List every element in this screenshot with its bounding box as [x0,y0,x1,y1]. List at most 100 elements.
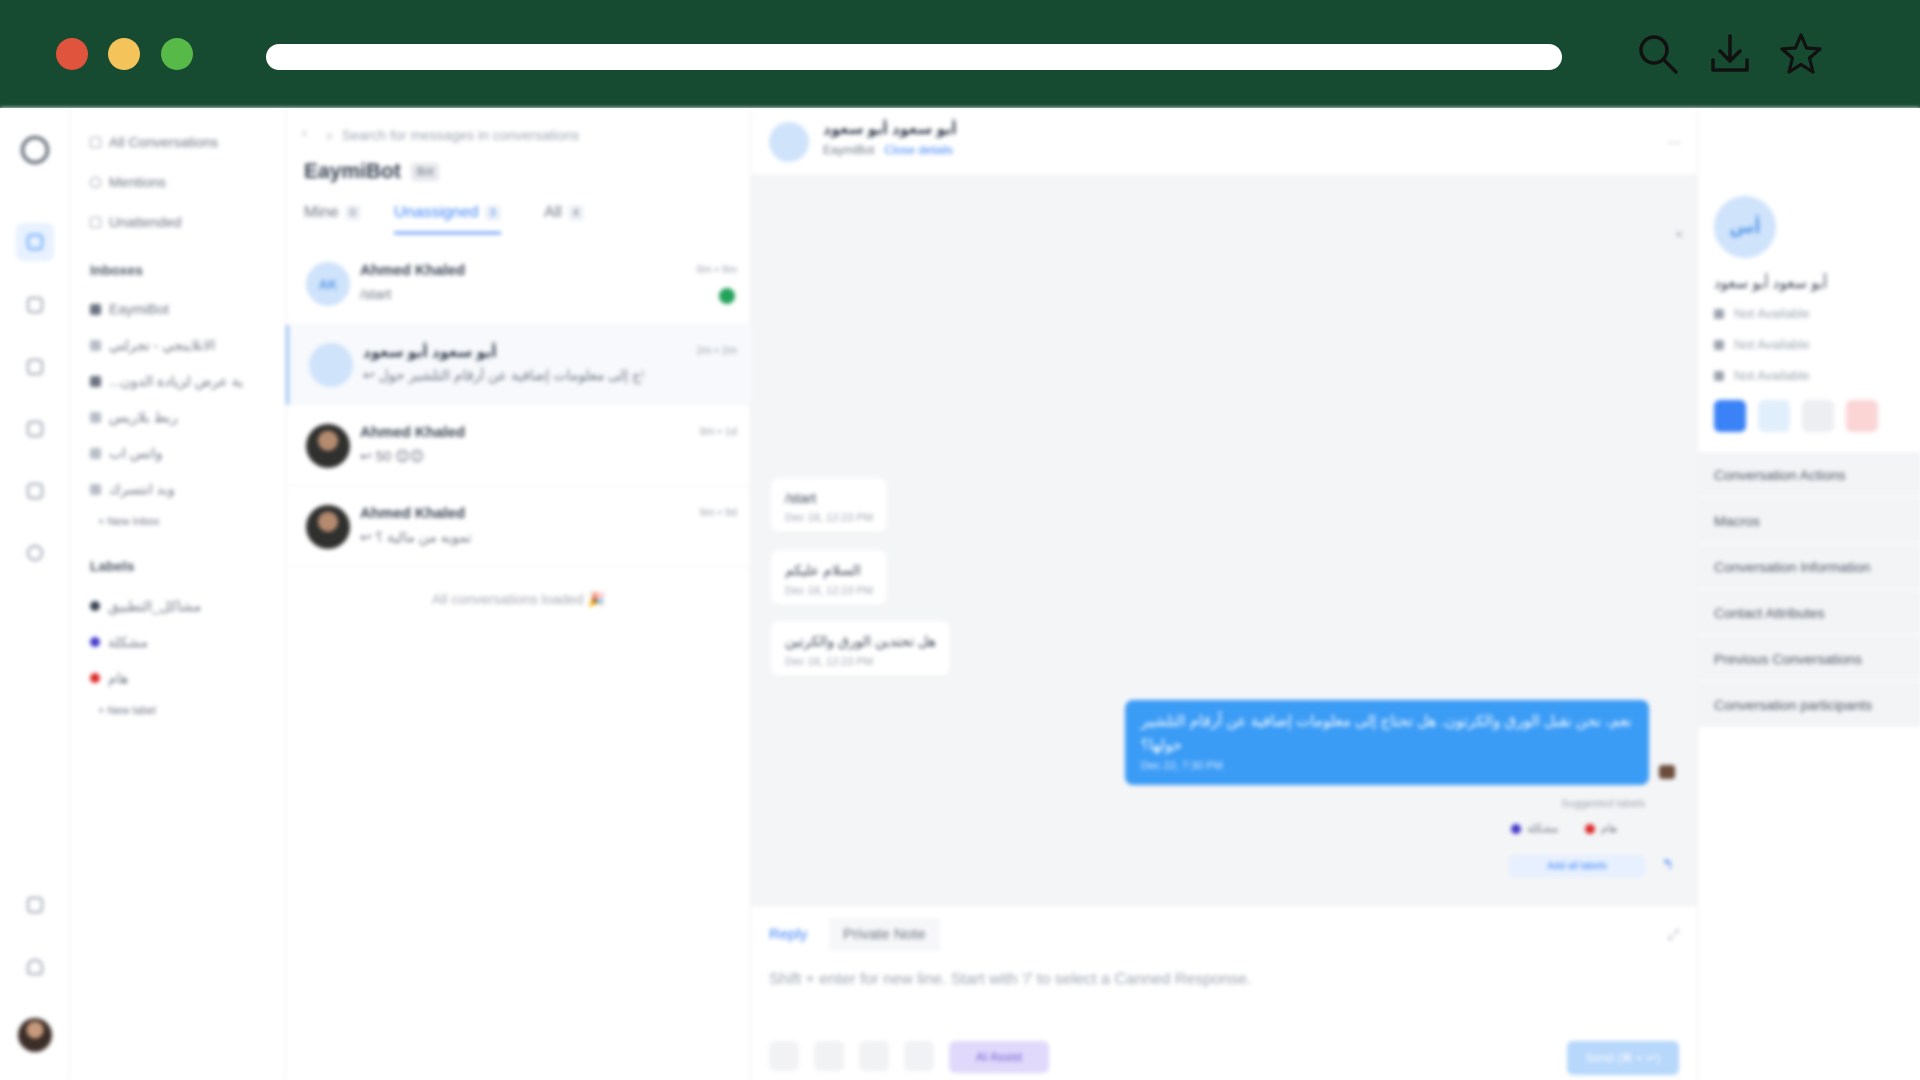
edit-contact-button[interactable] [1758,400,1790,432]
campaigns-nav-button[interactable] [16,410,54,448]
suggested-label-text: هام [1601,823,1617,835]
delete-contact-button[interactable] [1846,400,1878,432]
contacts-nav-button[interactable] [16,286,54,324]
sidebar-item-label: واتس اب [109,444,163,461]
accordion-contact-attributes[interactable]: Contact Attributes [1698,590,1920,636]
sidebar-item-label-tag[interactable]: هام [90,667,128,689]
search-icon[interactable] [1634,30,1682,78]
user-avatar[interactable] [18,1018,52,1052]
phone-icon [1714,339,1724,350]
conversation-item[interactable]: Ahmed Khaled ↩ تمويه من مالية ؟ 9m • 9d [286,487,751,567]
conversation-item[interactable]: أبو سعود أبو سعود ↩ هل تحتاج إلى معلومات… [286,325,751,405]
suggested-label[interactable]: مشكلة [1511,822,1558,835]
send-button[interactable]: Send (⌘ + ↵) [1567,1041,1679,1075]
ai-assist-button[interactable]: AI Assist [949,1041,1049,1073]
unread-indicator [719,288,735,304]
chevron-left-icon[interactable]: ‹ [302,124,307,140]
sidebar-item-inbox[interactable]: ربط بلاريس [90,406,178,428]
tab-mine[interactable]: Mine 0 [304,204,361,232]
merge-contact-button[interactable] [1802,400,1834,432]
settings-nav-button[interactable] [16,534,54,572]
help-center-nav-button[interactable] [16,472,54,510]
accordion-macros[interactable]: Macros [1698,498,1920,544]
search-input[interactable]: Search for messages in conversations [342,127,579,143]
conversation-item[interactable]: AK Ahmed Khaled /start 9m • 9m [286,244,751,324]
new-message-button[interactable] [1714,400,1746,432]
expand-icon[interactable]: ⤢ [1668,926,1679,943]
sidebar-item-mentions[interactable]: Mentions [90,171,166,193]
close-icon[interactable]: × [1675,226,1683,242]
accordion-previous-conversations[interactable]: Previous Conversations [1698,636,1920,682]
dismiss-labels-icon[interactable]: ↰ [1662,856,1674,873]
notifications-button[interactable] [16,948,54,986]
avatar: أس [1714,196,1776,258]
bell-icon [27,959,43,975]
inbox-type-badge: Bot [410,163,440,181]
conversation-item[interactable]: Ahmed Khaled ↩ 50 😊😊 9m • 1d [286,406,751,486]
emoji-button[interactable] [769,1041,799,1071]
conversation-search[interactable]: ⌕ Search for messages in conversations [326,122,718,148]
inbox-icon [90,339,101,351]
inbox-icon [90,447,101,459]
message-text: نعم، نحن نقبل الورق والكرتون. هل تحتاج إ… [1141,713,1632,754]
sidebar-item-all-conversations[interactable]: All Conversations [90,131,218,153]
inbox-title-text: EaymiBot [304,160,401,183]
conversation-time: 9m • 1d [699,426,737,438]
suggested-labels-title: Suggested labels [1561,798,1646,810]
mail-icon [1714,308,1724,319]
star-icon[interactable] [1777,30,1825,78]
switch-account-button[interactable] [16,886,54,924]
reports-nav-button[interactable] [16,348,54,386]
sidebar-item-inbox[interactable]: الانلاينجي - تجرلتي [90,334,215,356]
sidebar-item-label-tag[interactable]: مشاكل_التطبيق [90,595,201,617]
avatar [769,122,809,162]
add-all-labels-label: Add all labels [1547,860,1607,872]
sidebar-item-label: وبد انتسرك [109,480,175,497]
ai-assist-label: AI Assist [975,1050,1022,1064]
sidebar-item-label-tag[interactable]: مشكلة [90,631,148,653]
reply-input[interactable]: Shift + enter for new line. Start with '… [769,971,1251,989]
sidebar-item-inbox[interactable]: ...ية عرض لزيادة الدون [90,370,243,392]
close-details-link[interactable]: Close details [884,143,953,157]
address-bar[interactable] [266,44,1562,70]
outgoing-message: نعم، نحن نقبل الورق والكرتون. هل تحتاج إ… [1125,700,1649,785]
label-color-dot [90,637,100,647]
tab-all[interactable]: All 4 [544,204,584,232]
window-maximize-button[interactable] [161,38,193,70]
tab-unassigned[interactable]: Unassigned 3 [394,204,501,234]
sidebar-item-label: Mentions [109,174,166,190]
avatar [306,505,350,549]
sidebar-item-label: مشاكل_التطبيق [108,597,202,614]
window-close-button[interactable] [56,38,88,70]
sidebar-item-inbox[interactable]: وبد انتسرك [90,478,175,500]
add-all-labels-button[interactable]: Add all labels [1509,855,1645,877]
more-options-icon[interactable]: ⋯ [1667,134,1681,151]
avatar: AK [306,262,350,306]
tab-reply[interactable]: Reply [755,918,821,951]
accordion-conversation-participants[interactable]: Conversation participants [1698,682,1920,728]
signature-button[interactable] [859,1041,889,1071]
format-button[interactable] [904,1041,934,1071]
accordion-conversation-actions[interactable]: Conversation Actions [1698,452,1920,498]
switch-icon [27,897,43,913]
sidebar-item-inbox[interactable]: واتس اب [90,442,162,464]
new-label-link[interactable]: + New label [98,705,156,717]
label-color-dot [90,673,100,683]
tab-private-note[interactable]: Private Note [829,918,940,951]
secondary-sidebar: All Conversations Mentions Unattended In… [70,108,286,1080]
conversation-preview: ↩ تمويه من مالية ؟ [360,529,472,545]
sidebar-item-unattended[interactable]: Unattended [90,211,181,233]
app-logo[interactable] [21,136,49,164]
new-label-label: New label [107,705,156,717]
sidebar-item-inbox[interactable]: EaymiBot [90,298,169,320]
download-icon[interactable] [1706,30,1754,78]
window-minimize-button[interactable] [108,38,140,70]
conversations-nav-button[interactable] [16,223,54,261]
suggested-label[interactable]: هام [1585,822,1617,835]
new-inbox-link[interactable]: + New Inbox [98,516,159,528]
at-icon [90,176,101,188]
conversation-preview: ↩ 50 😊😊 [360,448,425,464]
attach-button[interactable] [814,1041,844,1071]
accordion-conversation-information[interactable]: Conversation Information [1698,544,1920,590]
list-icon [90,136,101,148]
